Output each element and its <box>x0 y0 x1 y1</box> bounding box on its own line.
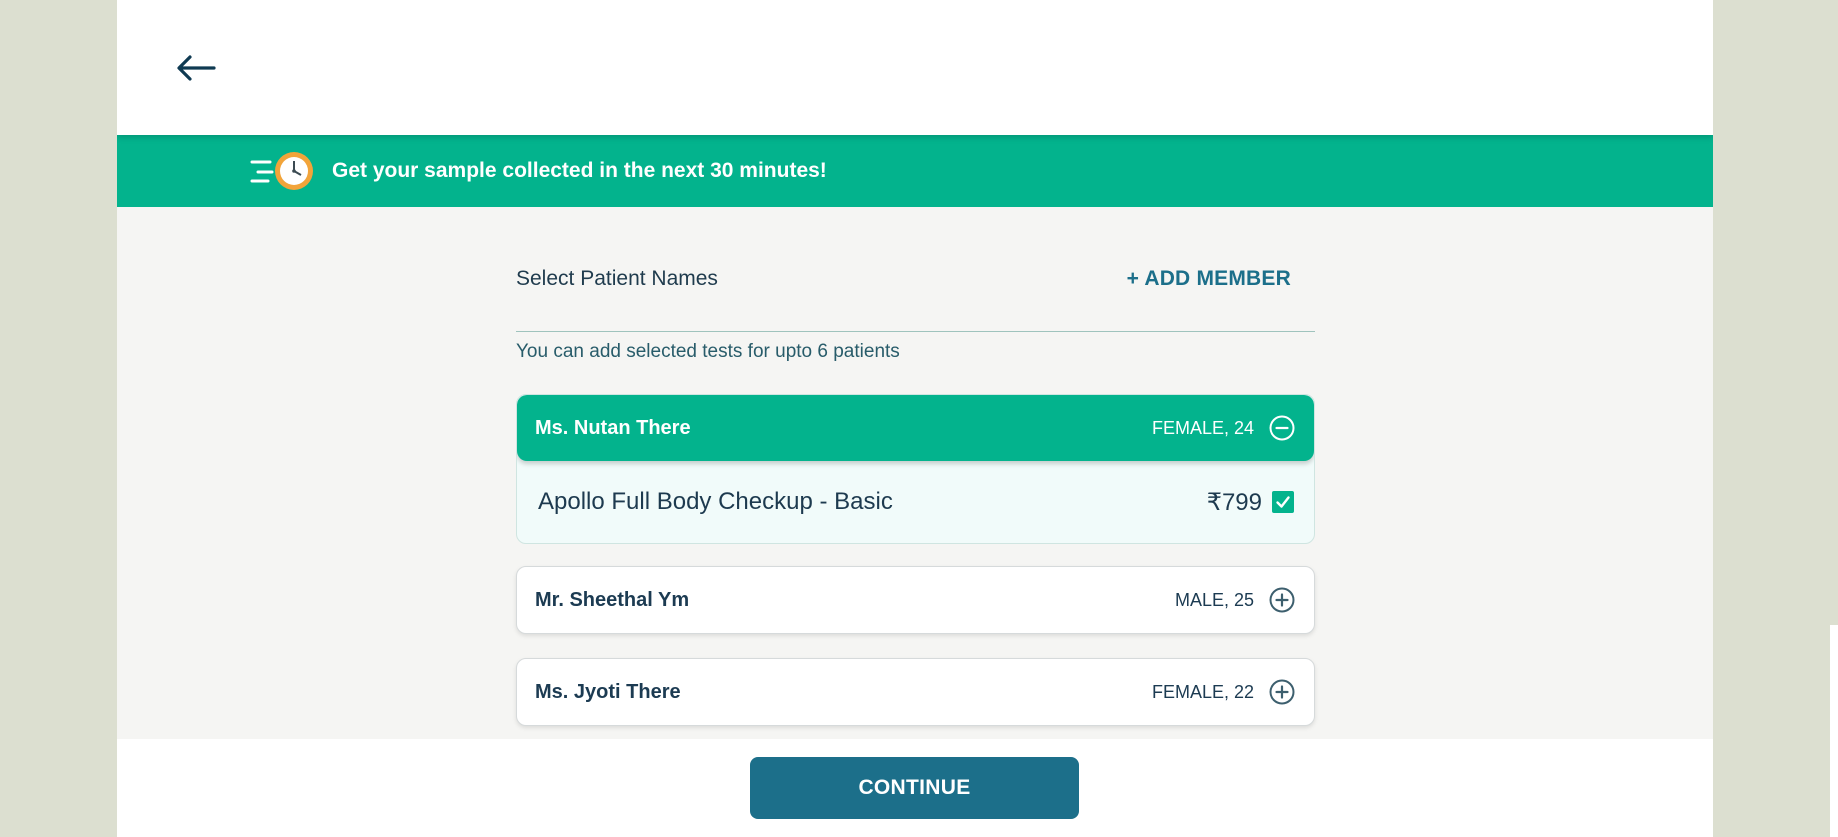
patient-card: Ms. Jyoti There FEMALE, 22 <box>516 658 1315 726</box>
banner-text: Get your sample collected in the next 30… <box>332 159 827 182</box>
scrollbar[interactable] <box>1830 625 1838 837</box>
plus-circle-icon[interactable] <box>1268 678 1296 706</box>
patient-meta: MALE, 25 <box>1175 586 1296 614</box>
minus-circle-icon[interactable] <box>1268 414 1296 442</box>
patient-gender-age: MALE, 25 <box>1174 589 1254 610</box>
patient-card: Mr. Sheethal Ym MALE, 25 <box>516 566 1315 634</box>
test-name: Apollo Full Body Checkup - Basic <box>538 488 893 515</box>
quick-collection-banner: Get your sample collected in the next 30… <box>117 135 1713 207</box>
patient-name: Ms. Jyoti There <box>535 680 681 703</box>
patient-name: Ms. Nutan There <box>535 416 691 439</box>
test-price-group: ₹799 <box>1207 488 1294 517</box>
arrow-left-icon <box>177 55 216 81</box>
patient-card: Ms. Nutan There FEMALE, 24 Apollo Full B… <box>516 394 1315 544</box>
add-member-button[interactable]: + ADD MEMBER <box>1127 267 1291 291</box>
test-row: Apollo Full Body Checkup - Basic ₹799 <box>517 461 1314 543</box>
top-bar <box>117 0 1713 135</box>
patient-gender-age: FEMALE, 24 <box>1151 417 1254 438</box>
patient-gender-age: FEMALE, 22 <box>1151 681 1254 702</box>
test-price: ₹799 <box>1206 488 1262 516</box>
patient-card-header[interactable]: Mr. Sheethal Ym MALE, 25 <box>517 567 1314 633</box>
patient-name: Mr. Sheethal Ym <box>535 588 690 611</box>
patient-meta: FEMALE, 24 <box>1152 414 1296 442</box>
continue-button[interactable]: CONTINUE <box>750 757 1079 819</box>
patient-meta: FEMALE, 22 <box>1152 678 1296 706</box>
back-button[interactable] <box>174 48 218 88</box>
section-header: Select Patient Names + ADD MEMBER <box>516 267 1315 332</box>
patient-card-header[interactable]: Ms. Jyoti There FEMALE, 22 <box>517 659 1314 725</box>
plus-circle-icon[interactable] <box>1268 586 1296 614</box>
section-title: Select Patient Names <box>516 267 718 290</box>
fast-clock-icon <box>250 152 313 190</box>
footer-bar: CONTINUE <box>117 739 1713 837</box>
booking-page: Get your sample collected in the next 30… <box>117 0 1713 837</box>
patient-limit-hint: You can add selected tests for upto 6 pa… <box>516 341 900 362</box>
patient-card-header[interactable]: Ms. Nutan There FEMALE, 24 <box>517 395 1314 461</box>
checkmark-icon <box>1276 496 1290 508</box>
test-checkbox[interactable] <box>1272 491 1294 513</box>
